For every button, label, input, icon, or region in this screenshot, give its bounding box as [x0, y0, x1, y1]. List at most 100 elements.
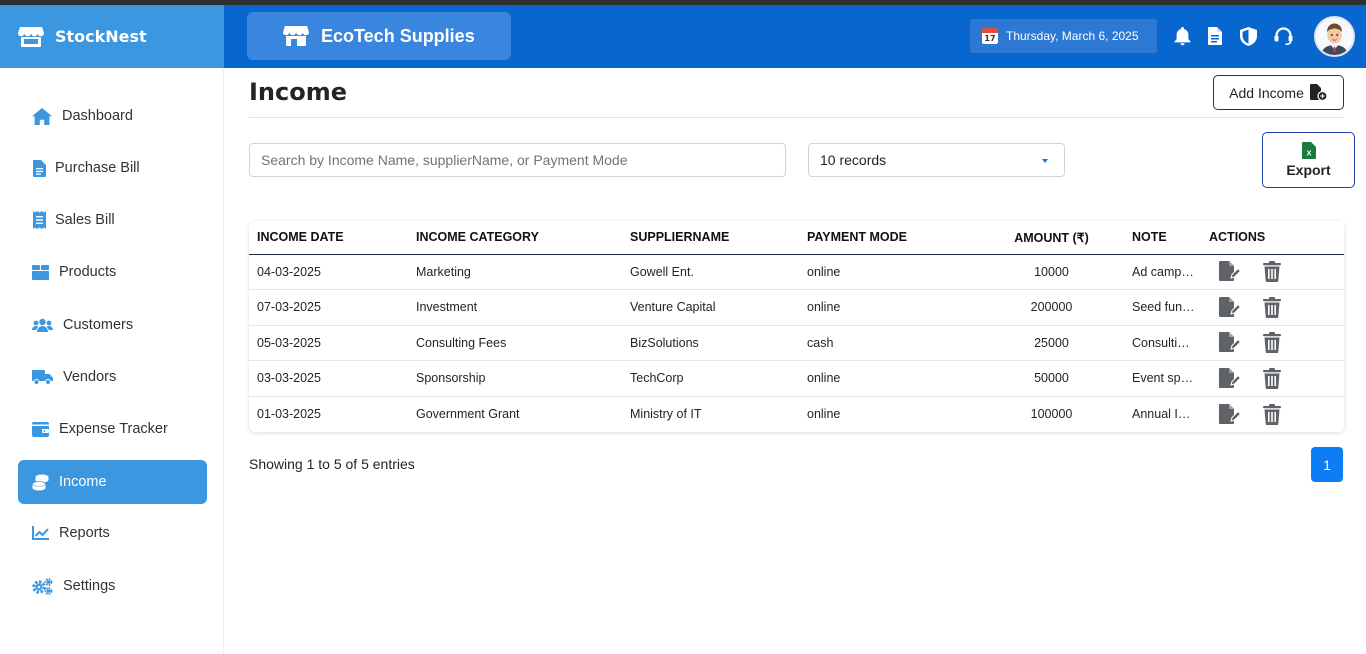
users-icon — [32, 316, 53, 334]
sidebar-item-dashboard[interactable]: Dashboard — [18, 94, 207, 138]
sidebar: Dashboard Purchase Bill Sales Bill Produ… — [0, 68, 224, 654]
cell-supplier: BizSolutions — [622, 325, 799, 361]
date-display: 17 Thursday, March 6, 2025 — [970, 19, 1157, 53]
sidebar-item-purchase-bill[interactable]: Purchase Bill — [18, 146, 207, 190]
brand-name: StockNest — [55, 27, 147, 46]
trash-icon[interactable] — [1251, 261, 1293, 283]
sidebar-item-label: Settings — [63, 578, 116, 594]
headset-icon[interactable] — [1273, 25, 1293, 47]
cell-date: 07-03-2025 — [249, 289, 408, 326]
sidebar-item-label: Sales Bill — [55, 212, 115, 228]
entries-summary: Showing 1 to 5 of 5 entries — [249, 456, 415, 472]
column-header-income-category[interactable]: INCOME CATEGORY — [408, 221, 622, 255]
title-divider — [249, 117, 1344, 118]
cell-date: 05-03-2025 — [249, 325, 408, 361]
company-switcher[interactable]: EcoTech Supplies — [247, 12, 511, 60]
edit-icon[interactable] — [1209, 296, 1251, 318]
sidebar-item-products[interactable]: Products — [18, 250, 207, 294]
sidebar-item-reports[interactable]: Reports — [18, 511, 207, 555]
cell-payment-mode: online — [799, 360, 979, 397]
cell-amount: 50000 — [979, 360, 1124, 397]
edit-icon[interactable] — [1209, 367, 1251, 389]
cell-payment-mode: online — [799, 254, 979, 290]
sidebar-item-vendors[interactable]: Vendors — [18, 355, 207, 399]
top-header: EcoTech Supplies 17 Thursday, March 6, 2… — [224, 5, 1366, 68]
records-per-page-select[interactable]: 10 records — [808, 143, 1065, 177]
user-avatar[interactable] — [1314, 16, 1355, 57]
column-header-suppliername[interactable]: SUPPLIERNAME — [622, 221, 799, 255]
table-row: 04-03-2025 Marketing Gowell Ent. online … — [249, 254, 1344, 290]
truck-icon — [32, 368, 53, 386]
cell-payment-mode: online — [807, 407, 841, 421]
edit-icon[interactable] — [1209, 332, 1251, 353]
sidebar-item-income[interactable]: Income — [18, 460, 207, 504]
cell-actions — [1201, 289, 1344, 326]
column-header-actions: ACTIONS — [1201, 221, 1344, 255]
cell-category: Consulting Fees — [408, 325, 622, 361]
wallet-icon — [32, 420, 49, 438]
cell-note: Consulti… — [1124, 325, 1201, 361]
edit-icon[interactable] — [1209, 403, 1251, 425]
sidebar-item-label: Dashboard — [62, 108, 133, 124]
cell-actions — [1201, 360, 1344, 397]
trash-icon[interactable] — [1251, 332, 1293, 354]
file-add-icon — [1309, 84, 1328, 101]
add-income-button[interactable]: Add Income — [1213, 75, 1344, 110]
document-icon[interactable] — [1205, 25, 1225, 47]
cell-note: Ad camp… — [1124, 254, 1201, 290]
column-header-payment-mode[interactable]: PAYMENT MODE — [799, 221, 979, 255]
cogs-icon — [32, 577, 53, 595]
sidebar-item-sales-bill[interactable]: Sales Bill — [18, 198, 207, 242]
store-icon — [18, 24, 44, 50]
column-header-note[interactable]: NOTE — [1124, 221, 1201, 255]
cell-note: Event sp… — [1124, 360, 1201, 397]
cell-category: Sponsorship — [408, 360, 622, 397]
cell-actions — [1201, 396, 1344, 432]
sidebar-item-expense-tracker[interactable]: Expense Tracker — [18, 407, 207, 451]
export-button[interactable]: X Export — [1262, 132, 1355, 188]
store-icon — [283, 25, 309, 47]
column-header-amount[interactable]: AMOUNT (₹) — [979, 221, 1124, 255]
export-label: Export — [1286, 162, 1331, 178]
sidebar-item-label: Income — [59, 474, 107, 490]
cell-date: 04-03-2025 — [249, 254, 408, 290]
sidebar-item-label: Reports — [59, 525, 110, 541]
add-income-label: Add Income — [1229, 84, 1304, 101]
sidebar-item-settings[interactable]: Settings — [18, 564, 207, 608]
company-name: EcoTech Supplies — [321, 25, 475, 46]
trash-icon[interactable] — [1251, 403, 1293, 425]
cell-actions — [1201, 325, 1344, 361]
sidebar-item-label: Purchase Bill — [55, 160, 140, 176]
cell-date: 01-03-2025 — [257, 407, 321, 421]
income-table: INCOME DATE INCOME CATEGORY SUPPLIERNAME… — [249, 221, 1344, 432]
cell-actions — [1201, 254, 1344, 290]
svg-text:X: X — [1306, 149, 1311, 158]
trash-icon[interactable] — [1251, 367, 1293, 389]
home-icon — [32, 107, 52, 125]
coins-icon — [32, 473, 49, 491]
cell-note: Annual I… — [1132, 407, 1191, 421]
cell-amount: 25000 — [979, 325, 1124, 361]
cell-supplier: TechCorp — [622, 360, 799, 397]
cell-category: Government Grant — [416, 407, 520, 421]
trash-icon[interactable] — [1251, 296, 1293, 318]
receipt-icon — [32, 211, 46, 229]
table-row: 05-03-2025 Consulting Fees BizSolutions … — [249, 325, 1344, 361]
chart-line-icon — [32, 524, 49, 542]
table-header-row: INCOME DATE INCOME CATEGORY SUPPLIERNAME… — [249, 221, 1344, 255]
cell-supplier: Venture Capital — [622, 289, 799, 326]
cell-amount: 10000 — [979, 254, 1124, 290]
cell-amount: 200000 — [979, 289, 1124, 326]
search-input[interactable] — [249, 143, 786, 177]
brand[interactable]: StockNest — [0, 5, 224, 68]
edit-icon[interactable] — [1209, 261, 1251, 282]
bell-icon[interactable] — [1172, 25, 1192, 47]
sidebar-item-customers[interactable]: Customers — [18, 303, 207, 347]
column-header-income-date[interactable]: INCOME DATE — [249, 221, 408, 255]
table-row: 07-03-2025 Investment Venture Capital on… — [249, 289, 1344, 326]
sidebar-item-label: Customers — [63, 317, 134, 333]
pagination-page-1[interactable]: 1 — [1311, 447, 1343, 482]
shield-icon[interactable] — [1238, 25, 1258, 47]
main-content: Income Add Income 10 records X Export IN… — [225, 68, 1366, 654]
excel-file-icon: X — [1301, 142, 1316, 159]
